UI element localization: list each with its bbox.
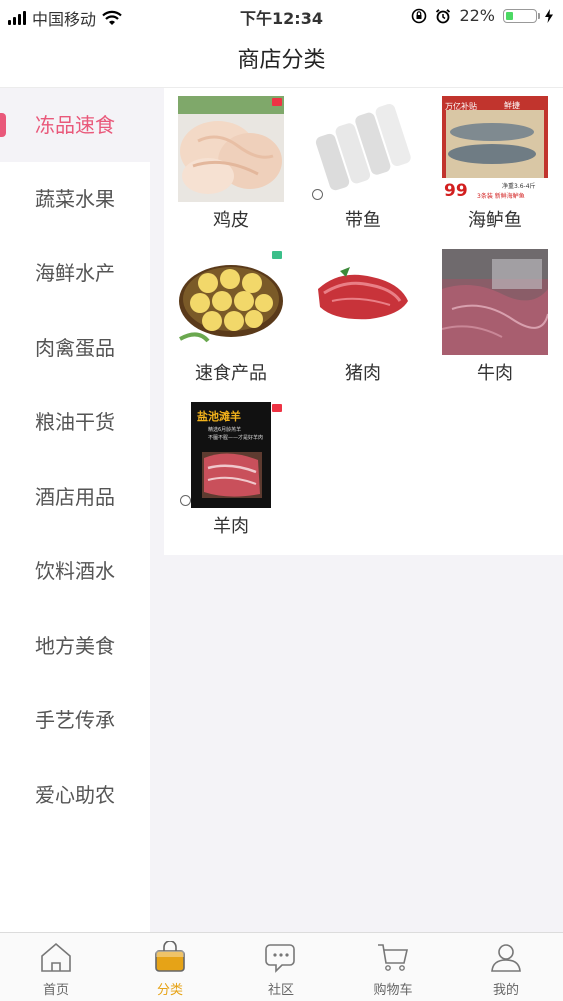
sidebar-item-label: 地方美食 <box>35 634 115 658</box>
product-image <box>178 249 284 355</box>
product-card[interactable]: 万亿补贴 鲜捷 99 净重3.6-4斤 3条装 新鲜海鲈鱼 海鲈鱼 <box>442 96 548 232</box>
product-name: 带鱼 <box>345 210 381 231</box>
sidebar-item-meat-eggs[interactable]: 肉禽蛋品 <box>0 311 150 385</box>
video-icon <box>312 189 323 200</box>
active-indicator <box>0 113 6 137</box>
sidebar-item-label: 饮料酒水 <box>35 559 115 583</box>
sidebar-item-vegetables-fruits[interactable]: 蔬菜水果 <box>0 162 150 236</box>
product-card[interactable]: 盐池滩羊 精选6月龄羔羊 不膻不腥——才是好羊肉 羊肉 <box>178 402 284 538</box>
product-image <box>178 96 284 202</box>
sidebar-item-label: 冻品速食 <box>35 113 115 137</box>
promo-sub: 不膻不腥——才是好羊肉 <box>208 434 263 441</box>
product-name: 牛肉 <box>477 363 513 384</box>
page-title: 商店分类 <box>237 48 326 73</box>
product-name: 鸡皮 <box>213 210 249 231</box>
sidebar-item-label: 海鲜水产 <box>35 261 115 285</box>
sidebar-item-grain-oil[interactable]: 粮油干货 <box>0 385 150 459</box>
battery-percent: 22% <box>459 6 495 25</box>
tab-label: 我的 <box>492 983 519 998</box>
product-card[interactable]: 牛肉 <box>442 249 548 385</box>
sidebar-item-label: 蔬菜水果 <box>35 187 115 211</box>
tab-cart[interactable]: 购物车 <box>353 941 433 998</box>
tab-category[interactable]: 分类 <box>130 940 210 998</box>
profile-icon <box>491 944 521 972</box>
sidebar-item-label: 粮油干货 <box>35 410 115 434</box>
community-chat-icon <box>265 944 295 973</box>
product-image <box>442 249 548 355</box>
cart-icon <box>378 944 409 971</box>
product-name: 海鲈鱼 <box>468 210 522 231</box>
tab-label: 购物车 <box>373 983 413 998</box>
charging-icon <box>545 8 553 23</box>
sidebar-item-label: 肉禽蛋品 <box>35 336 115 360</box>
promo-sub: 精选6月龄羔羊 <box>208 426 241 433</box>
sidebar-item-label: 爱心助农 <box>35 783 115 807</box>
sidebar-item-label: 酒店用品 <box>35 485 115 509</box>
sidebar-item-seafood[interactable]: 海鲜水产 <box>0 236 150 310</box>
sidebar-item-local-food[interactable]: 地方美食 <box>0 609 150 683</box>
product-image: 盐池滩羊 精选6月龄羔羊 不膻不腥——才是好羊肉 <box>178 402 284 508</box>
bottom-tab-bar: 首页 分类 社区 购物车 我的 <box>0 932 563 1001</box>
product-name: 速食产品 <box>195 363 267 384</box>
alarm-icon <box>436 8 451 23</box>
product-card[interactable]: 猪肉 <box>310 249 416 385</box>
product-name: 羊肉 <box>213 516 249 537</box>
sidebar-item-label: 手艺传承 <box>35 708 115 732</box>
product-card[interactable]: 带鱼 <box>310 96 416 232</box>
promo-badge: 鲜捷 <box>504 100 520 110</box>
category-bag-icon <box>155 940 185 972</box>
promo-tag: 3条装 新鲜海鲈鱼 <box>477 192 525 200</box>
badge-icon <box>272 98 282 106</box>
tab-home[interactable]: 首页 <box>16 941 96 998</box>
video-icon <box>180 495 191 506</box>
badge-icon <box>272 251 282 259</box>
badge-icon <box>272 404 282 412</box>
tab-profile[interactable]: 我的 <box>466 941 546 998</box>
product-card[interactable]: 速食产品 <box>178 249 284 385</box>
product-name: 猪肉 <box>345 363 381 384</box>
promo-spec: 净重3.6-4斤 <box>502 182 536 190</box>
promo-headline: 盐池滩羊 <box>197 409 241 423</box>
rotation-lock-icon <box>412 8 427 23</box>
product-card[interactable]: 鸡皮 <box>178 96 284 232</box>
battery-icon <box>503 8 540 23</box>
nav-header: 商店分类 <box>0 30 563 88</box>
sidebar-item-hotel-supplies[interactable]: 酒店用品 <box>0 460 150 534</box>
sidebar-item-frozen-food[interactable]: 冻品速食 <box>0 88 150 162</box>
home-icon <box>41 942 71 972</box>
tab-community[interactable]: 社区 <box>241 941 321 998</box>
product-grid: 鸡皮 带鱼 万亿补贴 鲜捷 99 净重3.6-4斤 3条装 新鲜海鲈鱼 海鲈鱼 … <box>164 88 563 555</box>
tab-label: 社区 <box>267 983 294 998</box>
sidebar-item-crafts[interactable]: 手艺传承 <box>0 683 150 757</box>
tab-label: 分类 <box>156 983 183 998</box>
product-image: 万亿补贴 鲜捷 99 净重3.6-4斤 3条装 新鲜海鲈鱼 <box>442 96 548 202</box>
promo-badge: 万亿补贴 <box>445 101 477 111</box>
product-image <box>310 96 416 202</box>
status-bar: 中国移动 下午12:34 22% <box>0 0 563 30</box>
category-sidebar: 冻品速食 蔬菜水果 海鲜水产 肉禽蛋品 粮油干货 酒店用品 饮料酒水 地方美食 … <box>0 88 150 932</box>
product-image <box>310 249 416 355</box>
sidebar-item-drinks[interactable]: 饮料酒水 <box>0 534 150 608</box>
promo-price: 99 <box>444 181 468 201</box>
sidebar-item-farm-aid[interactable]: 爱心助农 <box>0 758 150 832</box>
tab-label: 首页 <box>42 983 69 998</box>
